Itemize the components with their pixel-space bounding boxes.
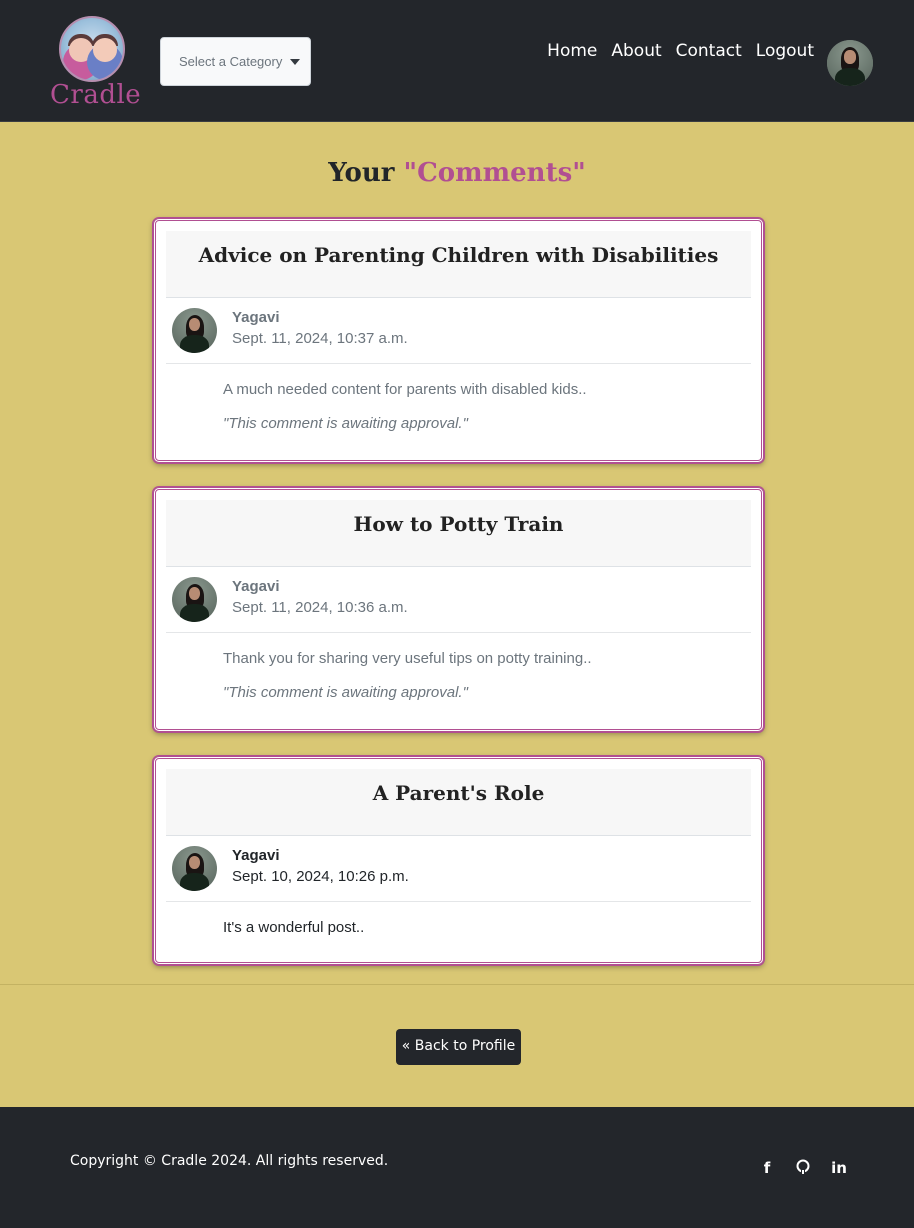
divider [0, 984, 914, 985]
brand-name: Cradle [50, 80, 142, 110]
category-select-placeholder: Select a Category [179, 54, 283, 69]
comment-date: Sept. 11, 2024, 10:37 a.m. [232, 330, 408, 347]
comment-text: It's a wonderful post.. [223, 919, 365, 936]
comment-body: It's a wonderful post.. [166, 902, 751, 936]
comment-card: How to Potty Train Yagavi Sept. 11, 2024… [152, 486, 765, 733]
comment-author-row: Yagavi Sept. 10, 2024, 10:26 p.m. [166, 836, 751, 902]
nav-link-home[interactable]: Home [547, 41, 597, 61]
facebook-icon[interactable]: f [758, 1159, 776, 1179]
avatar [172, 308, 217, 353]
logo-emblem-icon [59, 16, 125, 82]
comment-date: Sept. 11, 2024, 10:36 a.m. [232, 599, 408, 616]
comment-date: Sept. 10, 2024, 10:26 p.m. [232, 868, 409, 885]
category-select[interactable]: Select a Category [160, 37, 311, 86]
comment-status: "This comment is awaiting approval." [223, 684, 468, 701]
page-title: Your "Comments" [0, 158, 914, 188]
comment-card: A Parent's Role Yagavi Sept. 10, 2024, 1… [152, 755, 765, 966]
comment-post-title[interactable]: How to Potty Train [166, 500, 751, 567]
github-icon[interactable] [794, 1159, 812, 1179]
nav-link-about[interactable]: About [611, 41, 661, 61]
comment-post-title[interactable]: Advice on Parenting Children with Disabi… [166, 231, 751, 298]
comment-body: A much needed content for parents with d… [166, 364, 751, 432]
comment-card: Advice on Parenting Children with Disabi… [152, 217, 765, 464]
user-avatar[interactable] [827, 40, 873, 86]
comment-author-row: Yagavi Sept. 11, 2024, 10:36 a.m. [166, 567, 751, 633]
comment-author: Yagavi [232, 309, 280, 326]
navbar: Cradle Select a Category Home About Cont… [0, 0, 914, 122]
nav-link-contact[interactable]: Contact [676, 41, 742, 61]
comment-author: Yagavi [232, 578, 280, 595]
comment-text: Thank you for sharing very useful tips o… [223, 650, 592, 667]
comment-body: Thank you for sharing very useful tips o… [166, 633, 751, 701]
linkedin-icon[interactable]: in [830, 1159, 848, 1179]
copyright-text: Copyright © Cradle 2024. All rights rese… [70, 1153, 389, 1169]
page-title-accent: "Comments" [403, 158, 586, 188]
footer: Copyright © Cradle 2024. All rights rese… [0, 1107, 914, 1228]
comment-post-title[interactable]: A Parent's Role [166, 769, 751, 836]
page-title-prefix: Your [328, 158, 395, 188]
social-links: f in [758, 1159, 848, 1179]
nav-link-logout[interactable]: Logout [756, 41, 814, 61]
caret-down-icon [290, 59, 300, 65]
back-to-profile-button[interactable]: « Back to Profile [396, 1029, 521, 1065]
comment-text: A much needed content for parents with d… [223, 381, 587, 398]
brand-logo[interactable]: Cradle [48, 14, 142, 114]
avatar [172, 577, 217, 622]
nav-links: Home About Contact Logout [547, 41, 814, 61]
comment-author: Yagavi [232, 847, 280, 864]
comment-status: "This comment is awaiting approval." [223, 415, 468, 432]
avatar [172, 846, 217, 891]
comment-author-row: Yagavi Sept. 11, 2024, 10:37 a.m. [166, 298, 751, 364]
